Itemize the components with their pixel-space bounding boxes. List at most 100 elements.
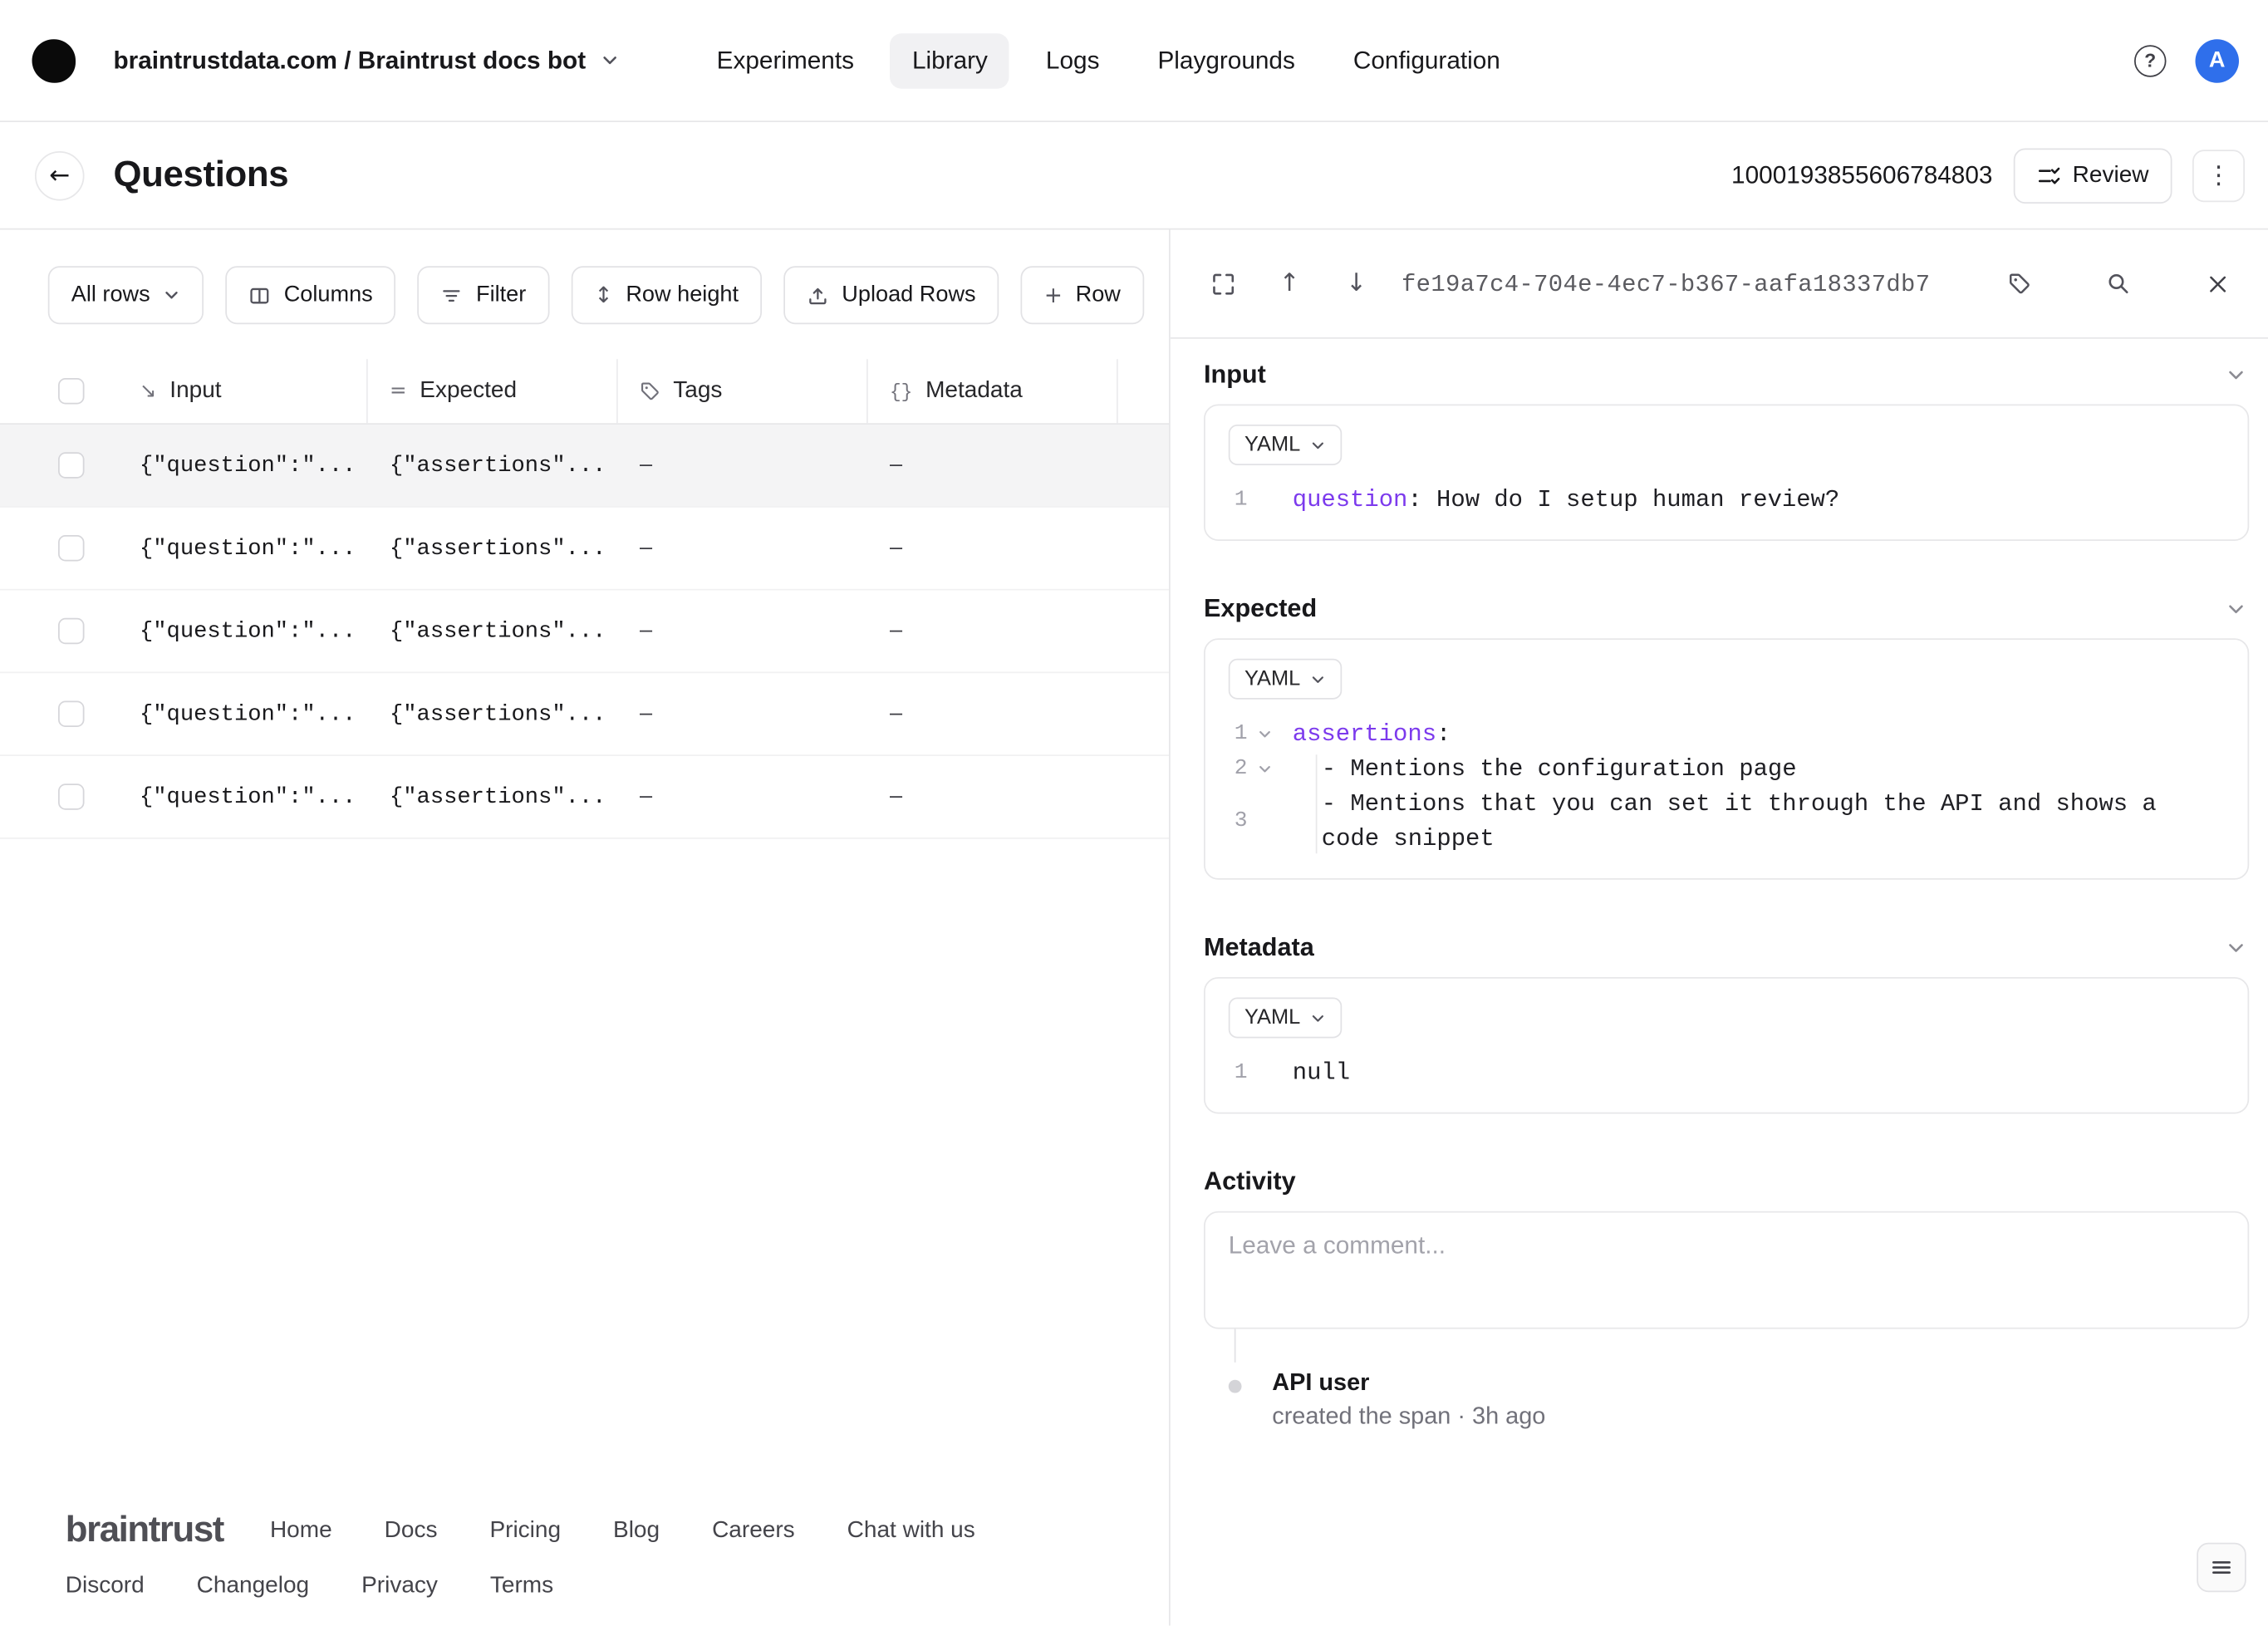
yaml-label: YAML	[1244, 1006, 1301, 1029]
filter-button[interactable]: Filter	[418, 266, 550, 325]
fold-chevron-icon[interactable]	[1258, 762, 1273, 777]
row-checkbox[interactable]	[58, 452, 85, 479]
next-row-arrow-down-icon[interactable]: ↓	[1338, 265, 1376, 303]
filter-label: Filter	[476, 282, 527, 307]
table-row[interactable]: {"question":"... {"assertions"... – –	[0, 425, 1169, 508]
timeline-connector	[1234, 1329, 1236, 1363]
yaml-list-item: - Mentions the configuration page	[1321, 754, 1797, 783]
panel-menu-button[interactable]	[2197, 1542, 2246, 1593]
column-header-tags[interactable]: Tags	[618, 359, 868, 424]
nav-logs[interactable]: Logs	[1024, 32, 1122, 88]
column-header-input[interactable]: ↘ Input	[118, 359, 368, 424]
collapse-chevron-icon[interactable]	[2225, 363, 2248, 386]
add-row-button[interactable]: + Row	[1020, 266, 1144, 325]
footer-link-terms[interactable]: Terms	[490, 1574, 553, 1600]
main-nav: Experiments Library Logs Playgrounds Con…	[695, 32, 1522, 88]
row-checkbox[interactable]	[58, 700, 85, 727]
footer-link-home[interactable]: Home	[270, 1517, 332, 1544]
row-checkbox[interactable]	[58, 784, 85, 810]
prev-row-arrow-up-icon[interactable]: ↑	[1271, 265, 1309, 303]
collapse-chevron-icon[interactable]	[2225, 936, 2248, 959]
breadcrumb[interactable]: braintrustdata.com / Braintrust docs bot	[114, 46, 620, 75]
column-label: Expected	[420, 378, 518, 403]
expected-section-header: Expected	[1204, 593, 2248, 624]
indent-guide	[1315, 754, 1318, 854]
footer-link-changelog[interactable]: Changelog	[197, 1574, 309, 1600]
yaml-format-select[interactable]: YAML	[1228, 997, 1343, 1039]
line-number: 2	[1234, 756, 1248, 781]
footer-link-careers[interactable]: Careers	[712, 1517, 795, 1544]
cell-metadata: –	[890, 700, 903, 726]
span-id: fe19a7c4-704e-4ec7-b367-aafa18337db7	[1402, 269, 1931, 297]
review-button[interactable]: Review	[2012, 147, 2172, 204]
nav-configuration[interactable]: Configuration	[1332, 32, 1522, 88]
review-checklist-icon	[2038, 166, 2059, 184]
line-number: 1	[1234, 487, 1248, 512]
braintrust-logo-icon[interactable]	[32, 38, 76, 82]
yaml-format-select[interactable]: YAML	[1228, 658, 1343, 700]
yaml-value: : How do I setup human review?	[1407, 485, 1840, 513]
event-description: created the span · 3h ago	[1272, 1402, 1546, 1430]
row-height-button[interactable]: ↕ Row height	[571, 266, 763, 325]
columns-button[interactable]: Columns	[225, 266, 396, 325]
fold-chevron-icon[interactable]	[1258, 727, 1273, 742]
help-icon[interactable]: ?	[2134, 44, 2167, 76]
code-line: 2 - Mentions the configuration page	[1229, 752, 2225, 787]
kebab-menu-button[interactable]: ⋮	[2192, 149, 2245, 202]
nav-library[interactable]: Library	[890, 32, 1010, 88]
nav-experiments[interactable]: Experiments	[695, 32, 876, 88]
column-label: Tags	[673, 378, 723, 403]
cell-expected: {"assertions"...	[390, 452, 606, 479]
upload-rows-label: Upload Rows	[842, 282, 976, 307]
table-header: ↘ Input = Expected Tags {} Metadata	[0, 359, 1169, 425]
all-rows-dropdown[interactable]: All rows	[47, 266, 204, 325]
table-row[interactable]: {"question":"... {"assertions"... – –	[0, 756, 1169, 839]
activity-section-title: Activity	[1204, 1166, 1296, 1196]
row-checkbox[interactable]	[58, 617, 85, 645]
column-header-expected[interactable]: = Expected	[368, 359, 618, 424]
footer-link-privacy[interactable]: Privacy	[361, 1574, 438, 1600]
header-checkbox-cell	[48, 359, 118, 423]
collapse-chevron-icon[interactable]	[2225, 597, 2248, 620]
tag-icon[interactable]	[2000, 265, 2039, 303]
footer-link-pricing[interactable]: Pricing	[489, 1517, 561, 1544]
footer-link-discord[interactable]: Discord	[66, 1574, 145, 1600]
table-row[interactable]: {"question":"... {"assertions"... – –	[0, 673, 1169, 756]
yaml-format-select[interactable]: YAML	[1228, 425, 1343, 465]
app-root: braintrustdata.com / Braintrust docs bot…	[0, 0, 2268, 1626]
plus-icon: +	[1043, 282, 1063, 309]
table-row[interactable]: {"question":"... {"assertions"... – –	[0, 591, 1169, 674]
braintrust-wordmark: braintrust	[65, 1509, 225, 1550]
close-icon[interactable]	[2198, 265, 2236, 303]
breadcrumb-label: braintrustdata.com / Braintrust docs bot	[113, 46, 587, 74]
comment-input[interactable]	[1204, 1211, 2250, 1329]
upload-rows-button[interactable]: Upload Rows	[783, 266, 999, 325]
row-height-label: Row height	[626, 282, 739, 307]
cell-input: {"question":"...	[140, 617, 356, 645]
footer-link-chat[interactable]: Chat with us	[847, 1517, 975, 1544]
table-row[interactable]: {"question":"... {"assertions"... – –	[0, 508, 1169, 591]
footer-link-blog[interactable]: Blog	[613, 1517, 660, 1544]
braces-icon: {}	[890, 380, 913, 402]
cell-input: {"question":"...	[140, 700, 356, 728]
cell-expected: {"assertions"...	[390, 784, 606, 810]
expand-icon[interactable]	[1204, 265, 1242, 303]
review-label: Review	[2072, 162, 2149, 187]
avatar[interactable]: A	[2195, 38, 2239, 82]
upload-icon	[807, 284, 828, 306]
search-icon[interactable]	[2099, 265, 2138, 303]
footer-link-docs[interactable]: Docs	[385, 1517, 438, 1544]
expected-section-title: Expected	[1204, 593, 1318, 622]
metadata-code-block: YAML 1 null	[1204, 977, 2250, 1114]
back-button[interactable]: ←	[35, 150, 85, 200]
column-header-metadata[interactable]: {} Metadata	[868, 359, 1118, 424]
cell-tags: –	[640, 535, 653, 560]
kebab-icon: ⋮	[2206, 160, 2231, 190]
select-all-checkbox[interactable]	[58, 378, 85, 405]
row-checkbox[interactable]	[58, 535, 85, 562]
nav-playgrounds[interactable]: Playgrounds	[1136, 32, 1317, 88]
yaml-label: YAML	[1244, 667, 1301, 691]
line-number: 1	[1234, 1059, 1248, 1085]
timeline-dot-icon	[1228, 1379, 1242, 1393]
event-user: API user	[1272, 1369, 1370, 1397]
